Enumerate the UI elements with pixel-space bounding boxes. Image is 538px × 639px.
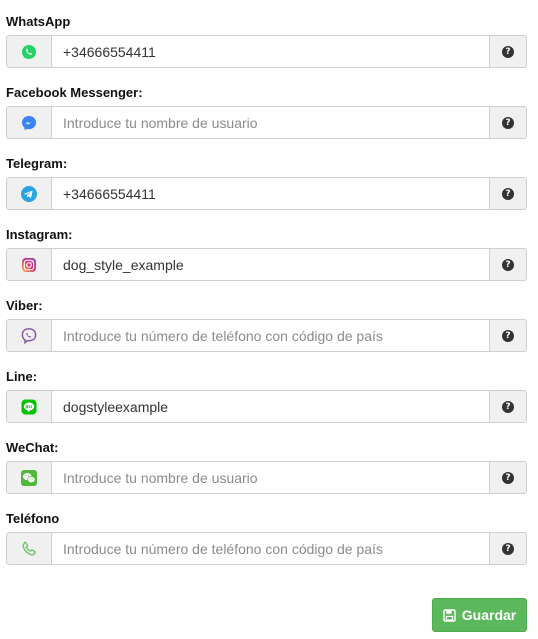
help-button[interactable]: ? [489,177,527,210]
input-group: ? [6,106,527,139]
help-button[interactable]: ? [489,390,527,423]
input-group: ? [6,177,527,210]
telegram-input[interactable] [52,177,489,210]
instagram-input[interactable] [52,248,489,281]
viber-icon [6,319,52,352]
question-circle-icon: ? [502,542,514,555]
input-group: ? [6,319,527,352]
input-group: ? [6,461,527,494]
save-button[interactable]: Guardar [432,598,527,632]
phone-field: Teléfono ? [6,511,527,565]
instagram-icon [6,248,52,281]
question-circle-icon: ? [502,400,514,413]
field-label: Facebook Messenger: [6,85,143,100]
field-label: WeChat: [6,440,59,455]
question-circle-icon: ? [502,45,514,58]
field-label: Teléfono [6,511,60,526]
phone-input[interactable] [52,532,489,565]
telegram-field: Telegram: ? [6,156,527,210]
instagram-field: Instagram: ? [6,227,527,281]
help-button[interactable]: ? [489,35,527,68]
viber-field: Viber: ? [6,298,527,352]
question-circle-icon: ? [502,187,514,200]
help-button[interactable]: ? [489,319,527,352]
question-circle-icon: ? [502,471,514,484]
input-group: ? [6,390,527,423]
field-label: Telegram: [6,156,68,171]
telegram-icon [6,177,52,210]
help-button[interactable]: ? [489,248,527,281]
help-button[interactable]: ? [489,106,527,139]
wechat-icon [6,461,52,494]
wechat-field: WeChat: ? [6,440,527,494]
save-button-label: Guardar [461,607,517,623]
field-label: Line: [6,369,38,384]
whatsapp-field: WhatsApp ? [6,14,527,68]
wechat-input[interactable] [52,461,489,494]
whatsapp-input[interactable] [52,35,489,68]
input-group: ? [6,532,527,565]
phone-icon [6,532,52,565]
input-group: ? [6,248,527,281]
field-label: WhatsApp [6,14,71,29]
question-circle-icon: ? [502,258,514,271]
field-label: Instagram: [6,227,73,242]
line-field: Line: ? [6,369,527,423]
viber-input[interactable] [52,319,489,352]
help-button[interactable]: ? [489,532,527,565]
question-circle-icon: ? [502,329,514,342]
messenger-input[interactable] [52,106,489,139]
field-label: Viber: [6,298,43,313]
messenger-field: Facebook Messenger: ? [6,85,527,139]
messenger-icon [6,106,52,139]
line-input[interactable] [52,390,489,423]
whatsapp-icon [6,35,52,68]
question-circle-icon: ? [502,116,514,129]
help-button[interactable]: ? [489,461,527,494]
input-group: ? [6,35,527,68]
line-icon [6,390,52,423]
floppy-disk-icon [443,608,456,622]
